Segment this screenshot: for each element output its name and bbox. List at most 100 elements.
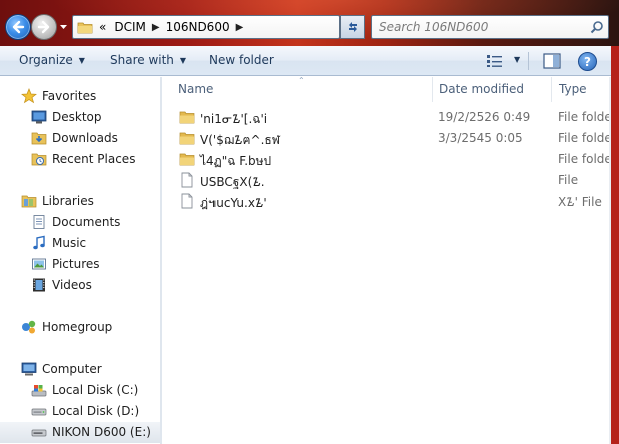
recent-pages-dropdown-icon[interactable] [59, 22, 68, 32]
sidebar-item-label: Desktop [52, 110, 102, 124]
toolbar-divider [528, 52, 529, 70]
sidebar-item-local-disk-c[interactable]: Local Disk (C:) [0, 380, 160, 401]
column-headers: ⌃ Name Date modified Type [162, 76, 619, 102]
column-divider[interactable] [551, 77, 552, 102]
sort-indicator-icon: ⌃ [298, 76, 305, 85]
sidebar-group-label: Favorites [42, 89, 97, 103]
computer-icon [21, 362, 37, 376]
sidebar-group-computer[interactable]: Computer [0, 359, 160, 380]
sidebar-item-downloads[interactable]: Downloads [0, 128, 160, 149]
new-folder-button[interactable]: New folder [209, 53, 274, 67]
sidebar-item-label: Downloads [52, 131, 118, 145]
file-row[interactable]: 'ni1ᓂ᮲'[.ฉ'i 19/2/2526 0:49 File folder [162, 106, 619, 127]
share-with-label: Share with [110, 53, 174, 67]
sidebar-group-homegroup[interactable]: Homegroup [0, 317, 160, 338]
file-date-modified: 3/3/2545 0:05 [438, 131, 523, 145]
file-date-modified: 19/2/2526 0:49 [438, 110, 531, 124]
column-header-name[interactable]: Name [178, 82, 213, 96]
sidebar-item-videos[interactable]: Videos [0, 275, 160, 296]
pictures-icon [32, 258, 46, 270]
sidebar-item-label: Documents [52, 215, 121, 229]
command-bar: Organize ▼ Share with ▼ New folder ▼ ? [0, 46, 619, 76]
sidebar-item-desktop[interactable]: Desktop [0, 107, 160, 128]
share-with-button[interactable]: Share with ▼ [110, 53, 186, 67]
local-disk-d-icon [31, 408, 47, 416]
homegroup-icon [22, 320, 36, 334]
help-button[interactable]: ? [578, 52, 597, 71]
sidebar-item-label: Local Disk (C:) [52, 383, 139, 397]
search-input[interactable]: Search 106ND600 [379, 20, 488, 34]
forward-arrow-icon [37, 20, 50, 34]
file-type: File folder [558, 110, 617, 124]
navigation-pane: Favorites Desktop Downloads Recent Place… [0, 77, 160, 444]
folder-icon [179, 153, 195, 166]
address-overflow-chevron[interactable]: « [99, 20, 106, 34]
sidebar-item-label: Pictures [52, 257, 100, 271]
refresh-button[interactable] [340, 15, 365, 39]
preview-pane-icon[interactable] [543, 53, 561, 69]
recent-places-icon [31, 153, 47, 166]
sidebar-item-documents[interactable]: Documents [0, 212, 160, 233]
refresh-icon [348, 22, 357, 32]
sidebar-item-nikon-d600[interactable]: NIKON D600 (E:) [0, 422, 160, 443]
sidebar-item-label: Local Disk (D:) [52, 404, 140, 418]
sidebar-item-pictures[interactable]: Pictures [0, 254, 160, 275]
sidebar-group-label: Homegroup [42, 320, 113, 334]
chevron-down-icon: ▼ [78, 56, 85, 65]
sidebar-item-label: Music [52, 236, 87, 250]
window-right-edge [611, 46, 619, 444]
back-button[interactable] [5, 14, 31, 40]
libraries-icon [21, 195, 37, 208]
sidebar-group-libraries[interactable]: Libraries [0, 191, 160, 212]
sidebar-group-favorites[interactable]: Favorites [0, 86, 160, 107]
sidebar-group-label: Libraries [42, 194, 94, 208]
music-icon [33, 235, 45, 250]
folder-icon [179, 111, 195, 124]
organize-label: Organize [19, 53, 73, 67]
downloads-icon [31, 132, 47, 145]
sidebar-item-label: Recent Places [52, 152, 136, 166]
file-type: File folder [558, 131, 617, 145]
address-segment-dcim[interactable]: DCIM [114, 20, 146, 34]
file-type: File [558, 173, 579, 187]
sidebar-item-label: Videos [52, 278, 92, 292]
back-arrow-icon [12, 20, 25, 34]
file-icon [181, 193, 193, 209]
change-view-icon[interactable] [486, 54, 504, 68]
address-bar[interactable]: « DCIM ▶ 106ND600 ▶ [72, 15, 340, 39]
local-disk-c-icon [31, 385, 47, 397]
desktop-icon [31, 110, 47, 124]
videos-icon [33, 278, 45, 292]
column-header-date-modified[interactable]: Date modified [439, 82, 524, 96]
file-name: ฎ่๚ucYu.x᮲' [200, 196, 267, 210]
search-icon[interactable] [590, 20, 604, 34]
removable-drive-icon [31, 429, 47, 437]
folder-icon [77, 22, 93, 34]
chevron-right-icon[interactable]: ▶ [236, 22, 244, 33]
file-type: X᮲' File [558, 195, 602, 209]
documents-icon [33, 215, 45, 229]
file-row[interactable]: ไ4ฏ"ฉ F.bษป File folder [162, 148, 619, 169]
search-box[interactable]: Search 106ND600 [371, 15, 609, 39]
favorites-star-icon [21, 88, 37, 104]
address-segment-106nd600[interactable]: 106ND600 [166, 20, 230, 34]
forward-button[interactable] [31, 14, 57, 40]
sidebar-item-music[interactable]: Music [0, 233, 160, 254]
sidebar-item-recent-places[interactable]: Recent Places [0, 149, 160, 170]
new-folder-label: New folder [209, 53, 274, 67]
organize-button[interactable]: Organize ▼ [19, 53, 85, 67]
file-row[interactable]: ฎ่๚ucYu.x᮲' X᮲' File [162, 190, 619, 211]
file-icon [181, 172, 193, 188]
help-icon: ? [584, 54, 591, 69]
sidebar-item-label: NIKON D600 (E:) [52, 425, 151, 439]
column-header-type[interactable]: Type [559, 82, 587, 96]
sidebar-item-local-disk-d[interactable]: Local Disk (D:) [0, 401, 160, 422]
chevron-right-icon[interactable]: ▶ [152, 22, 160, 33]
column-divider[interactable] [432, 77, 433, 102]
file-row[interactable]: USBCฐX(᮲. File [162, 169, 619, 190]
chevron-down-icon: ▼ [179, 56, 187, 65]
sidebar-group-label: Computer [42, 362, 102, 376]
file-row[interactable]: V('$ฌ᮲ฅ^.ธฬ 3/3/2545 0:05 File folder [162, 127, 619, 148]
file-type: File folder [558, 152, 617, 166]
view-options-dropdown-icon[interactable]: ▼ [514, 55, 520, 64]
